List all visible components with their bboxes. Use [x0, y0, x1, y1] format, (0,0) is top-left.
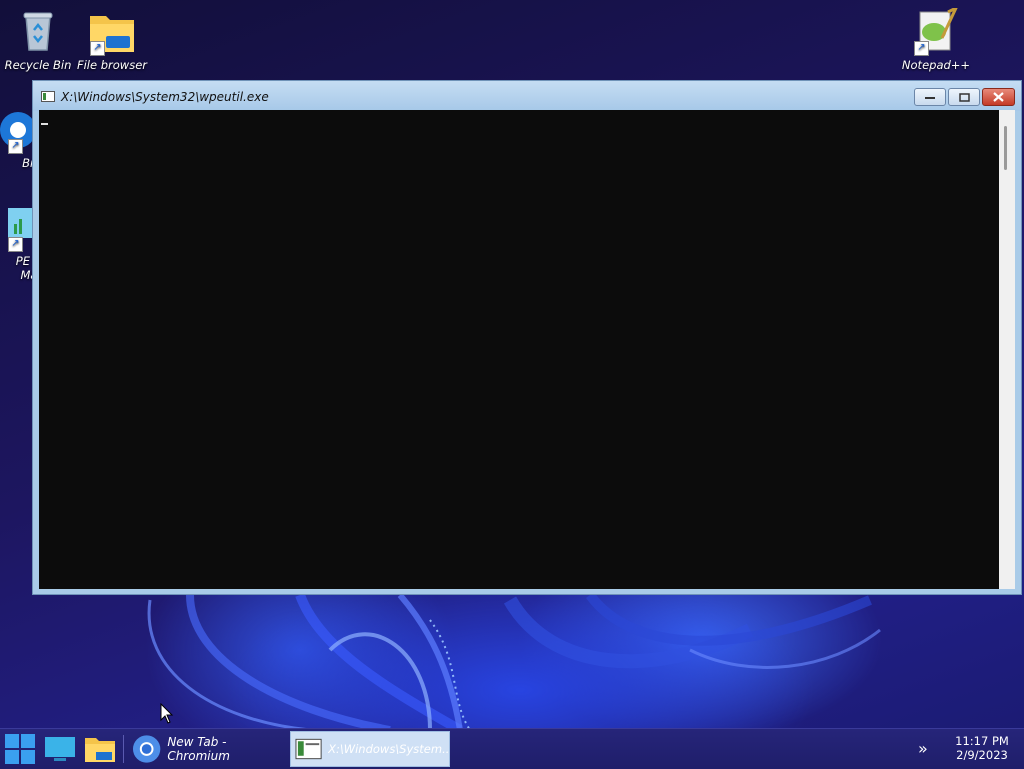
close-icon: [993, 92, 1004, 102]
desktop-icon-label: Recycle Bin: [4, 58, 72, 72]
monitor-icon: [45, 737, 75, 761]
chromium-icon: [132, 735, 161, 763]
desktop-icon-notepadpp[interactable]: ↗ Notepad++: [898, 4, 974, 72]
task-label: New Tab - Chromium: [167, 735, 230, 763]
shortcut-arrow-icon: ↗: [90, 41, 105, 56]
windows-logo-icon: [5, 734, 35, 764]
window-title: X:\Windows\System32\wpeutil.exe: [61, 90, 269, 104]
maximize-button[interactable]: [948, 88, 980, 106]
desktop-icon-label: File browser: [77, 58, 147, 72]
desktop-icon-file-browser[interactable]: ↗ File browser: [74, 8, 150, 72]
console-app-icon: [41, 91, 55, 102]
shortcut-arrow-icon: ↗: [8, 237, 23, 252]
taskbar: New Tab - Chromium X:\Windows\System... …: [0, 728, 1024, 769]
task-label: X:\Windows\System...: [328, 742, 449, 756]
console-app-icon: [295, 738, 322, 760]
shortcut-arrow-icon: ↗: [914, 41, 929, 56]
taskbar-task-chromium[interactable]: New Tab - Chromium: [128, 731, 290, 767]
folder-icon: [85, 738, 115, 762]
close-button[interactable]: [982, 88, 1015, 106]
console-window[interactable]: X:\Windows\System32\wpeutil.exe: [32, 80, 1022, 595]
vertical-scrollbar[interactable]: [999, 110, 1015, 589]
taskbar-task-console[interactable]: X:\Windows\System...: [290, 731, 450, 767]
desktop-icon-label: Notepad++: [901, 58, 971, 72]
desktop-icon-recycle-bin[interactable]: Recycle Bin: [0, 8, 76, 72]
taskbar-pinned-file-browser[interactable]: [82, 731, 118, 767]
title-bar[interactable]: X:\Windows\System32\wpeutil.exe: [33, 81, 1021, 111]
system-clock[interactable]: 11:17 PM 2/9/2023: [952, 734, 1012, 762]
clock-date: 2/9/2023: [956, 748, 1008, 762]
scrollbar-thumb[interactable]: [1004, 126, 1007, 170]
wallpaper-swirl: [147, 591, 881, 730]
taskbar-separator: [123, 735, 124, 763]
console-output[interactable]: [39, 110, 999, 589]
text-cursor: [41, 123, 48, 125]
maximize-icon: [958, 92, 970, 102]
mouse-pointer-icon: [160, 703, 174, 724]
tray-overflow-chevron-icon[interactable]: »: [918, 739, 928, 758]
folder-icon: ↗: [88, 8, 136, 56]
recycle-bin-icon: [14, 8, 62, 56]
clock-time: 11:17 PM: [955, 734, 1009, 748]
notepadpp-icon: ↗: [912, 4, 960, 56]
taskbar-pinned-monitor[interactable]: [42, 731, 78, 767]
shortcut-arrow-icon: ↗: [8, 139, 23, 154]
minimize-button[interactable]: [914, 88, 946, 106]
start-button[interactable]: [2, 731, 38, 767]
minimize-icon: [925, 97, 935, 99]
